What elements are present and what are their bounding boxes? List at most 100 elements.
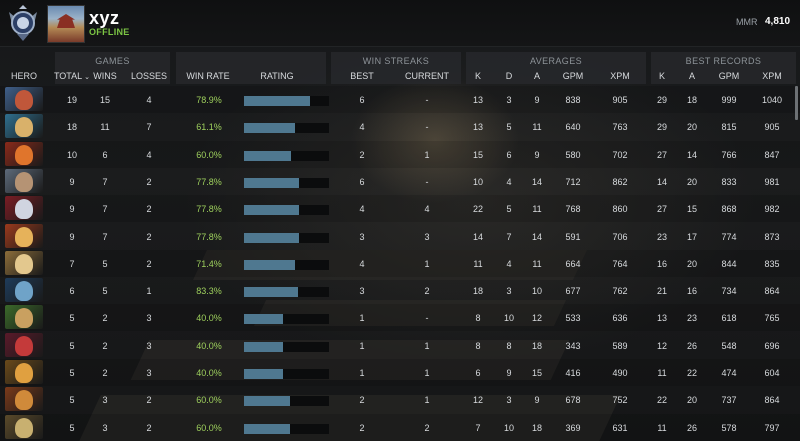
cell-best-gpm: 474: [721, 368, 737, 378]
cell-best-gpm: 737: [721, 395, 737, 406]
cell-best-kills: 27: [656, 204, 668, 215]
rating-bar-fill: [244, 205, 299, 216]
table-row[interactable]: 9 7 2 77.8% 3 3 14 7 14 591 706 23 17 774 873: [0, 223, 800, 250]
cell-best-xpm: 864: [764, 286, 780, 297]
table-row[interactable]: 5 3 2 60.0% 2 1 12 3 9 678 752 22 20 737 864: [0, 386, 800, 413]
cell-best-streak: 4: [359, 258, 365, 269]
hero-portrait[interactable]: [5, 414, 43, 439]
cell-avg-xpm: 862: [612, 176, 628, 187]
column-header-losses[interactable]: LOSSES: [131, 71, 167, 81]
cell-avg-assists: 12: [531, 313, 543, 324]
cell-losses: 7: [146, 122, 152, 133]
cell-wins: 6: [102, 149, 108, 160]
cell-avg-kills: 8: [475, 340, 481, 351]
column-header-best-xpm[interactable]: XPM: [762, 71, 782, 81]
hero-portrait[interactable]: [5, 387, 43, 412]
cell-losses: 2: [146, 204, 152, 215]
column-header-wins[interactable]: WINS: [93, 71, 117, 81]
column-header-total[interactable]: TOTAL ⌄: [54, 71, 90, 81]
row-shade: [0, 359, 800, 386]
cell-current-streak: 1: [424, 368, 430, 378]
hero-portrait[interactable]: [5, 141, 43, 166]
cell-win-rate: 40.0%: [196, 368, 222, 378]
hero-portrait-figure: [15, 90, 33, 110]
column-header-label: TOTAL: [53, 71, 83, 81]
cell-avg-xpm: 762: [612, 286, 628, 297]
cell-avg-xpm: 702: [612, 149, 628, 160]
column-header-label: CURRENT: [405, 71, 449, 81]
rating-bar-fill: [244, 396, 290, 407]
table-row[interactable]: 9 7 2 77.8% 6 - 10 4 14 712 862 14 20 833 981: [0, 168, 800, 195]
cell-best-xpm: 1040: [761, 95, 783, 105]
column-header-rating[interactable]: RATING: [260, 71, 293, 81]
rating-bar-fill: [244, 369, 283, 379]
hero-portrait[interactable]: [5, 250, 43, 275]
table-row[interactable]: 9 7 2 77.8% 4 4 22 5 11 768 860 27 15 868 982: [0, 195, 800, 223]
cell-avg-gpm: 640: [565, 122, 581, 133]
cell-current-streak: 2: [424, 422, 430, 433]
cell-best-streak: 1: [359, 313, 365, 324]
cell-best-assists: 17: [686, 231, 698, 242]
cell-best-kills: 29: [656, 122, 668, 133]
cell-current-streak: -: [425, 176, 429, 187]
hero-portrait[interactable]: [5, 196, 43, 221]
averages-group-title: AVERAGES: [529, 56, 583, 66]
hero-portrait[interactable]: [5, 360, 43, 384]
cell-best-gpm: 766: [721, 149, 737, 160]
cell-total: 10: [66, 149, 78, 160]
column-header-label: GPM: [718, 71, 740, 81]
cell-wins: 11: [100, 122, 110, 133]
cell-total: 7: [69, 258, 75, 269]
avatar[interactable]: [47, 5, 85, 43]
column-header-best-assists[interactable]: A: [689, 71, 695, 81]
table-row[interactable]: 18 11 7 61.1% 4 - 13 5 11 640 763 29 20 815 905: [0, 113, 800, 140]
column-header-best-gpm[interactable]: GPM: [719, 71, 740, 81]
hero-portrait[interactable]: [5, 305, 43, 330]
hero-portrait[interactable]: [5, 278, 43, 303]
cell-avg-assists: 9: [534, 95, 540, 105]
cell-wins: 2: [102, 368, 108, 378]
cell-best-gpm: 734: [721, 286, 737, 297]
column-header-avg-kills[interactable]: K: [475, 71, 481, 81]
table-row[interactable]: 7 5 2 71.4% 4 1 11 4 11 664 764 16 20 844 835: [0, 249, 800, 277]
rating-bar: [244, 259, 329, 270]
cell-current-streak: 4: [424, 204, 430, 215]
column-header-best-streak[interactable]: BEST: [350, 71, 374, 81]
column-header-best-kills[interactable]: K: [659, 71, 665, 81]
hero-portrait[interactable]: [5, 168, 43, 193]
hero-portrait-figure: [15, 171, 33, 192]
hero-portrait[interactable]: [5, 223, 43, 248]
hero-portrait[interactable]: [5, 332, 43, 357]
table-row[interactable]: 6 5 1 83.3% 3 2 18 3 10 677 762 21 16 734 864: [0, 277, 800, 304]
cell-avg-gpm: 591: [565, 231, 581, 242]
rating-bar: [244, 287, 329, 298]
table-row[interactable]: 10 6 4 60.0% 2 1 15 6 9 580 702 27 14 766 847: [0, 140, 800, 168]
table-row[interactable]: 5 2 3 40.0% 1 1 8 8 18 343 589 12 26 548 696: [0, 332, 800, 359]
table-row[interactable]: 5 2 3 40.0% 1 1 6 9 15 416 490 11 22 474 604: [0, 359, 800, 386]
row-shade: [0, 304, 800, 332]
column-header-avg-xpm[interactable]: XPM: [610, 71, 630, 81]
table-row[interactable]: 5 2 3 40.0% 1-8 10 12 533 636 13 23 618 765: [0, 304, 800, 332]
table-row[interactable]: 5 3 2 60.0% 2 2 7 10 18 369 631 11 26 578 797: [0, 413, 800, 441]
column-header-win-rate[interactable]: WIN RATE: [186, 71, 229, 81]
column-header-hero[interactable]: HERO: [11, 71, 37, 81]
column-header-avg-gpm[interactable]: GPM: [563, 71, 584, 81]
cell-avg-deaths: 5: [506, 204, 512, 215]
table-row[interactable]: 19 15 4 78.9% 6 - 13 3 9 838 905 29 18 999 1040: [0, 86, 800, 113]
rating-bar: [244, 341, 329, 352]
cell-best-assists: 22: [686, 368, 698, 378]
hero-portrait[interactable]: [5, 114, 43, 139]
scrollbar[interactable]: [795, 86, 798, 120]
cell-avg-assists: 11: [532, 258, 542, 269]
cell-best-assists: 20: [686, 258, 698, 269]
column-header-avg-deaths[interactable]: D: [506, 71, 513, 81]
cell-best-streak: 2: [359, 395, 365, 406]
cell-avg-gpm: 416: [565, 368, 581, 378]
cell-best-xpm: 765: [764, 313, 780, 324]
row-shade: [0, 140, 800, 168]
cell-win-rate: 77.8%: [196, 176, 222, 187]
column-header-avg-assists[interactable]: A: [534, 71, 540, 81]
column-header-current-streak[interactable]: CURRENT: [405, 71, 449, 81]
hero-portrait[interactable]: [5, 87, 43, 111]
row-shade: [0, 413, 800, 441]
